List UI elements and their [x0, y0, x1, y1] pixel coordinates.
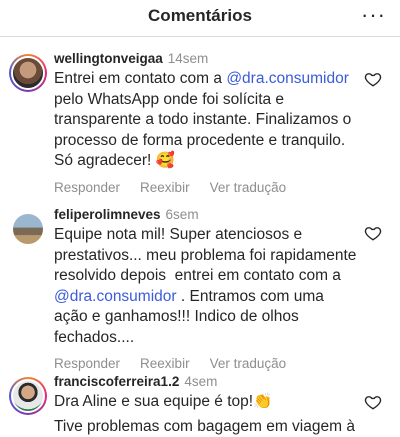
- username[interactable]: feliperolimneves: [54, 207, 161, 222]
- comment-actions: Responder Reexibir Ver tradução: [54, 180, 360, 195]
- avatar[interactable]: [9, 210, 47, 248]
- see-translation-button[interactable]: Ver tradução: [210, 180, 287, 195]
- ellipsis-horizontal-icon[interactable]: ···: [361, 4, 386, 26]
- reshow-button[interactable]: Reexibir: [140, 356, 190, 371]
- page-title: Comentários: [0, 6, 400, 26]
- comment-text-partial: Tive problemas com bagagem em viagem à: [54, 417, 360, 437]
- comment-text: Entrei em contato com a @dra.consumidor …: [54, 69, 360, 172]
- comment-text: Equipe nota mil! Super atenciosos e pres…: [54, 225, 360, 348]
- comment-meta: franciscoferreira1.2 4sem: [54, 373, 360, 390]
- mention-link[interactable]: @dra.consumidor: [226, 70, 349, 87]
- username[interactable]: wellingtonveigaa: [54, 51, 163, 66]
- avatar[interactable]: [9, 377, 47, 415]
- avatar[interactable]: [9, 54, 47, 92]
- mention-link[interactable]: @dra.consumidor: [54, 288, 177, 305]
- comment-meta: feliperolimneves 6sem: [54, 206, 360, 223]
- comment-text: Dra Aline e sua equipe é top!👏: [54, 392, 360, 413]
- see-translation-button[interactable]: Ver tradução: [210, 356, 287, 371]
- reshow-button[interactable]: Reexibir: [140, 180, 190, 195]
- comment-body: franciscoferreira1.2 4sem Dra Aline e sua…: [54, 373, 360, 437]
- comment-actions: Responder Reexibir Ver tradução: [54, 356, 360, 371]
- comments-header: Comentários ···: [0, 0, 400, 37]
- comment-body: wellingtonveigaa 14sem Entrei em contato …: [54, 50, 360, 195]
- comment-text-part: Dra Aline e sua equipe é top!👏: [54, 393, 272, 410]
- comment-text-part: Equipe nota mil! Super atenciosos e pres…: [54, 226, 361, 284]
- reply-button[interactable]: Responder: [54, 180, 120, 195]
- comment-text-part: Entrei em contato com a: [54, 70, 226, 87]
- comment-meta: wellingtonveigaa 14sem: [54, 50, 360, 67]
- reply-button[interactable]: Responder: [54, 356, 120, 371]
- heart-icon[interactable]: [364, 224, 382, 242]
- comment-time: 14sem: [168, 51, 209, 66]
- heart-icon[interactable]: [364, 70, 382, 88]
- comment-time: 6sem: [166, 207, 199, 222]
- comment-body: feliperolimneves 6sem Equipe nota mil! Su…: [54, 206, 360, 371]
- comment-time: 4sem: [184, 374, 217, 389]
- username[interactable]: franciscoferreira1.2: [54, 374, 179, 389]
- heart-icon[interactable]: [364, 393, 382, 411]
